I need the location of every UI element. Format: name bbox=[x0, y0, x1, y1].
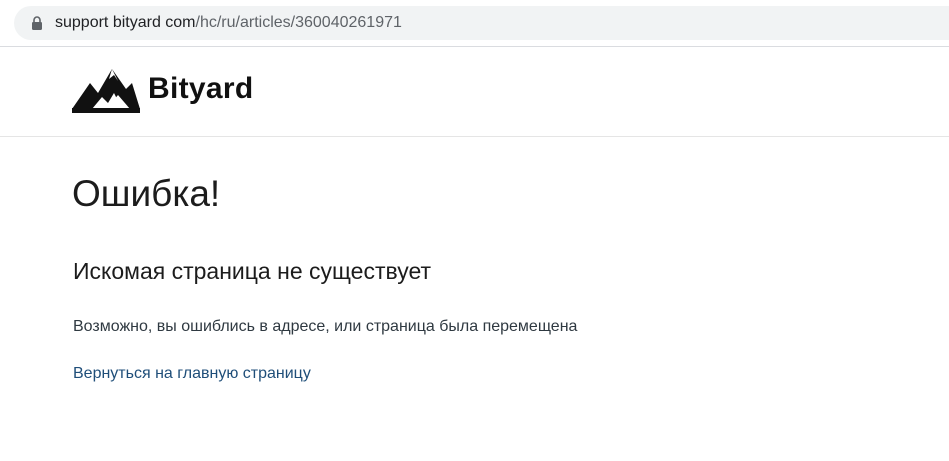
url-host: support bityard com bbox=[55, 14, 196, 31]
error-description: Возможно, вы ошиблись в адресе, или стра… bbox=[73, 318, 578, 335]
address-bar[interactable]: support bityard com/hc/ru/articles/36004… bbox=[14, 6, 949, 40]
mountain-logo-icon bbox=[72, 69, 140, 113]
page-title: Ошибка! bbox=[72, 173, 221, 214]
home-link[interactable]: Вернуться на главную страницу bbox=[73, 364, 311, 384]
url-path: /hc/ru/articles/360040261971 bbox=[195, 14, 402, 31]
logo-link[interactable]: Bityard bbox=[72, 65, 253, 113]
error-subtitle: Искомая страница не существует bbox=[73, 258, 432, 284]
url-text[interactable]: support bityard com/hc/ru/articles/36004… bbox=[55, 13, 402, 33]
header-divider bbox=[0, 136, 949, 137]
lock-icon[interactable] bbox=[31, 16, 43, 30]
browser-toolbar: support bityard com/hc/ru/articles/36004… bbox=[0, 0, 949, 46]
site-header: Bityard bbox=[0, 47, 949, 136]
logo-text: Bityard bbox=[148, 72, 254, 105]
